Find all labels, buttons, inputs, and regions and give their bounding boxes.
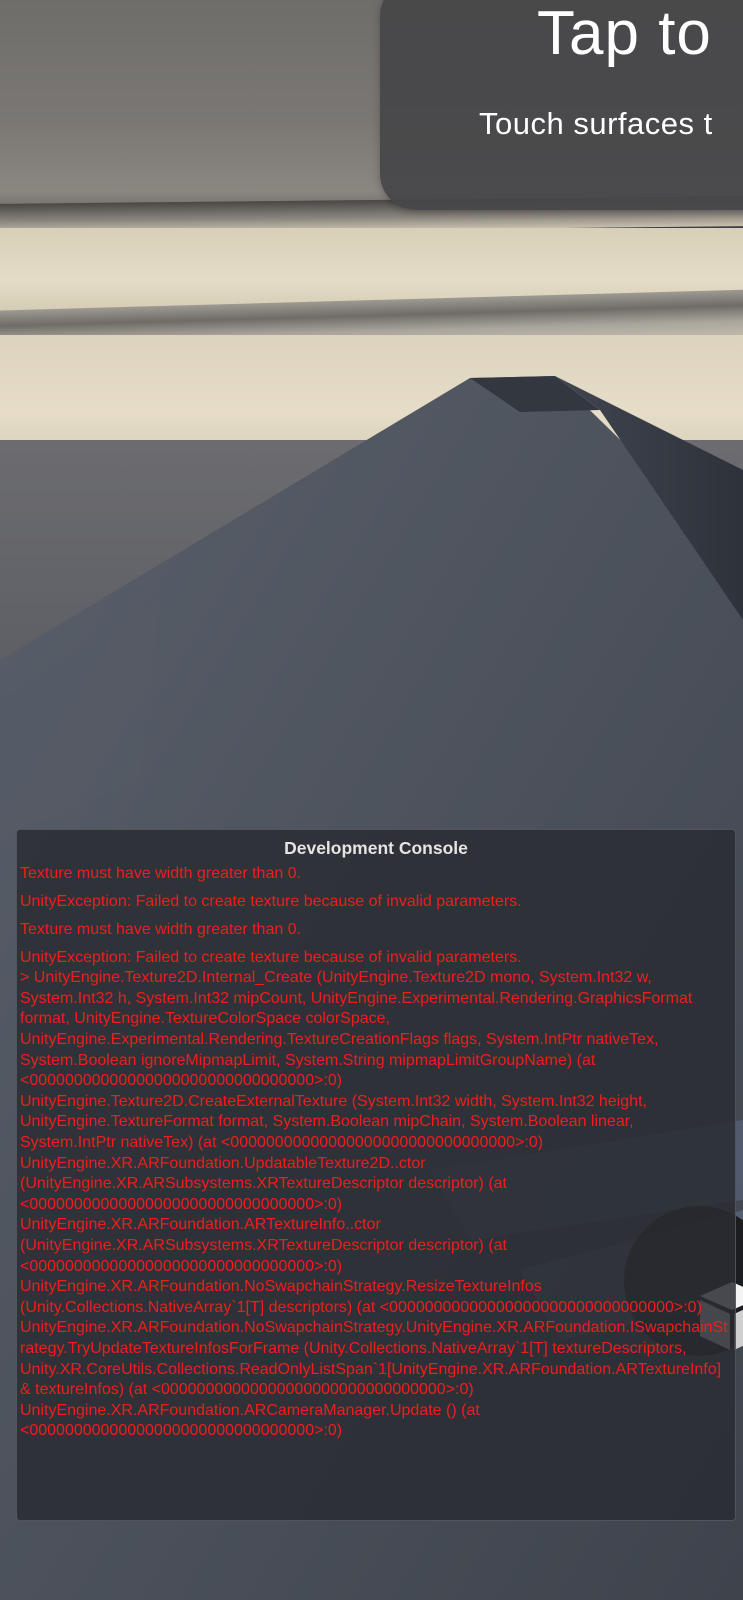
- log-message: UnityException: Failed to create texture…: [20, 892, 522, 910]
- exception-message: UnityException: Failed to create texture…: [20, 948, 522, 966]
- stack-frame: UnityEngine.XR.ARFoundation.ARTextureInf…: [20, 1216, 512, 1275]
- stack-frame: > UnityEngine.Texture2D.Internal_Create …: [20, 969, 697, 1090]
- log-message: Texture must have width greater than 0.: [20, 920, 302, 938]
- development-console[interactable]: Development Console Texture must have wi…: [16, 829, 736, 1521]
- stack-frame: UnityEngine.XR.ARFoundation.ARCameraMana…: [20, 1401, 485, 1440]
- stack-frame: UnityEngine.XR.ARFoundation.NoSwapchainS…: [20, 1278, 702, 1316]
- banner-subtitle: Touch surfaces t: [479, 106, 713, 141]
- stack-frame: UnityEngine.XR.ARFoundation.UpdatableTex…: [20, 1154, 512, 1213]
- banner-title: Tap to: [537, 0, 712, 68]
- log-message: Texture must have width greater than 0.: [20, 865, 302, 882]
- stack-frame: UnityEngine.Texture2D.CreateExternalText…: [20, 1092, 652, 1152]
- instruction-banner: Tap to Touch surfaces t: [380, 0, 743, 210]
- console-log: Texture must have width greater than 0. …: [17, 864, 735, 1442]
- console-title: Development Console: [284, 838, 468, 858]
- stack-frame: UnityEngine.XR.ARFoundation.NoSwapchainS…: [20, 1319, 728, 1399]
